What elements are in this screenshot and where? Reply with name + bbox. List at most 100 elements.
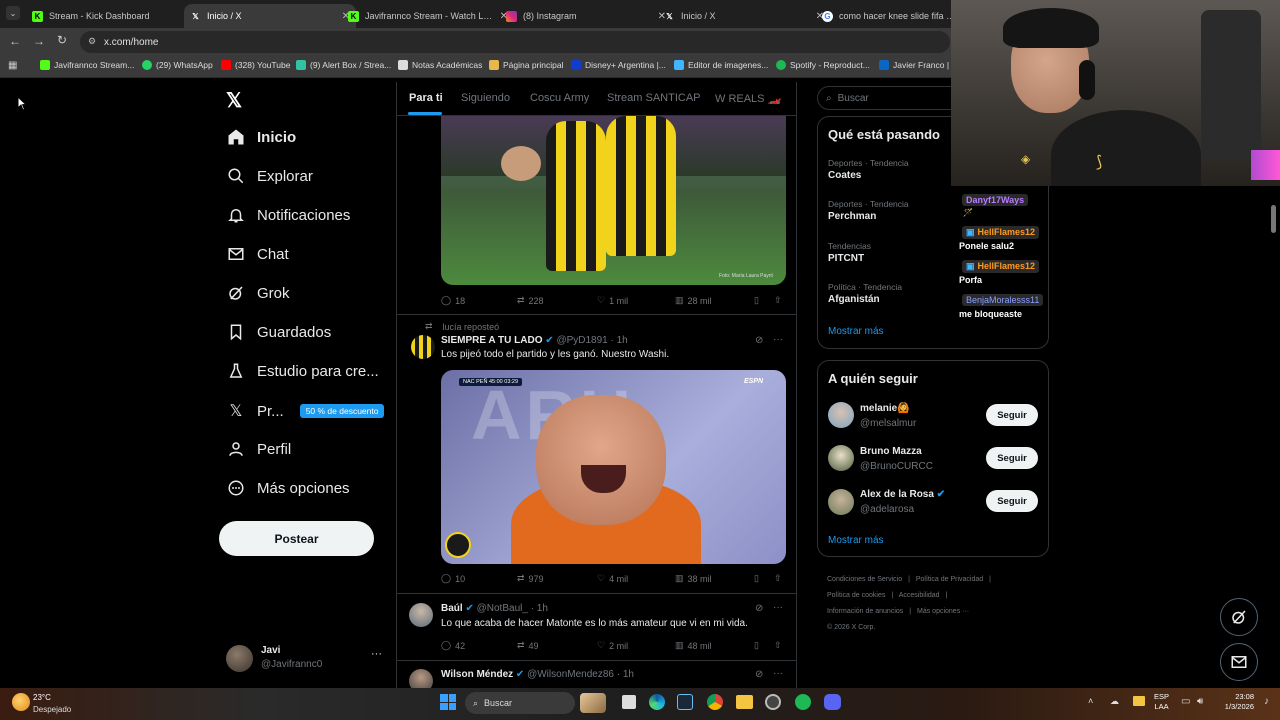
more-icon[interactable]: ··· <box>773 602 783 613</box>
grok-icon[interactable]: ⊘ <box>755 335 763 346</box>
author-name[interactable]: Baúl <box>441 603 463 614</box>
footer-link[interactable]: Accesibilidad <box>899 592 940 599</box>
url-field[interactable]: ⚙ x.com/home <box>80 31 950 53</box>
trend-item[interactable]: Deportes · Tendencia Perchman <box>828 199 909 222</box>
more-icon[interactable]: ··· <box>371 648 382 660</box>
author-name[interactable]: SIEMPRE A TU LADO <box>441 335 542 346</box>
repost-button[interactable]: ⇄ 979 <box>517 573 544 584</box>
share-icon[interactable]: ⇧ <box>774 640 782 651</box>
post-time[interactable]: · 1h <box>611 335 628 346</box>
post-time[interactable]: · 1h <box>531 603 548 614</box>
display-icon[interactable]: ▭ <box>1181 696 1190 707</box>
footer-link[interactable]: Condiciones de Servicio <box>827 576 902 583</box>
share-icon[interactable]: ⇧ <box>774 573 782 584</box>
weather-desc[interactable]: Despejado <box>33 705 71 714</box>
repost-button[interactable]: ⇄ 228 <box>517 295 544 306</box>
trend-item[interactable]: Política · Tendencia Afganistán <box>828 282 902 305</box>
language-indicator[interactable]: ESP LAA <box>1154 692 1169 712</box>
sidebar-item-guardados[interactable]: Guardados <box>227 323 331 341</box>
post-image[interactable]: Foto: María Laura Payró <box>441 116 786 285</box>
browser-tab[interactable]: (8) Instagram ✕ <box>500 4 672 28</box>
sidebar-item-perfil[interactable]: Perfil <box>227 440 291 458</box>
author-handle[interactable]: @PyD1891 <box>556 335 607 346</box>
author-name[interactable]: Wilson Méndez <box>441 669 513 680</box>
browser-tab[interactable]: 𝕏 Inicio / X ✕ <box>658 4 830 28</box>
x-logo-icon[interactable]: 𝕏 <box>226 88 242 113</box>
sidebar-item-estudio[interactable]: Estudio para cre... <box>227 362 379 380</box>
discord-icon[interactable] <box>824 694 841 710</box>
avatar[interactable] <box>828 402 854 428</box>
reply-button[interactable]: ◯ 18 <box>441 295 465 306</box>
file-explorer-icon[interactable] <box>736 695 753 709</box>
bookmark-icon[interactable]: ▯ <box>754 640 759 651</box>
avatar[interactable] <box>409 603 433 627</box>
reload-icon[interactable]: ↻ <box>57 33 67 47</box>
tab-siguiendo[interactable]: Siguiendo <box>461 92 510 104</box>
follow-button[interactable]: Seguir <box>986 490 1038 512</box>
account-switcher[interactable]: Javi @Javifrannc0 ··· <box>226 644 386 674</box>
windows-start-icon[interactable] <box>440 694 456 710</box>
weather-temp[interactable]: 23°C <box>33 693 51 702</box>
forward-icon[interactable]: → <box>33 34 45 48</box>
bookmark[interactable]: (29) WhatsApp <box>142 60 213 70</box>
browser-tab-active[interactable]: 𝕏 Inicio / X ✕ <box>184 4 356 28</box>
bookmark-icon[interactable]: ▯ <box>754 295 759 306</box>
task-view-icon[interactable] <box>622 695 636 709</box>
bookmark[interactable]: Notas Académicas <box>398 60 482 70</box>
tab-search-button[interactable]: ⌄ <box>6 6 20 20</box>
apps-grid-icon[interactable]: ▦ <box>8 60 17 71</box>
sidebar-item-inicio[interactable]: Inicio <box>227 128 296 146</box>
views-button[interactable]: ▥ 38 mil <box>675 573 712 584</box>
widget-icon[interactable] <box>580 693 606 713</box>
sidebar-item-chat[interactable]: Chat <box>227 245 289 263</box>
sidebar-item-explorar[interactable]: Explorar <box>227 167 313 185</box>
browser-tab[interactable]: K Javifrannco Stream - Watch Live ✕ <box>342 4 514 28</box>
tab-para-ti[interactable]: Para ti <box>409 92 443 104</box>
reply-button[interactable]: ◯ 10 <box>441 573 465 584</box>
bookmark[interactable]: Editor de imagenes... <box>674 60 768 70</box>
avatar[interactable] <box>828 489 854 515</box>
tab-stream-santicap[interactable]: Stream SANTICAP <box>607 92 701 104</box>
avatar[interactable] <box>409 669 433 688</box>
follow-name[interactable]: melanie🙆 <box>860 403 910 414</box>
author-handle[interactable]: @NotBaul_ <box>477 603 528 614</box>
chevron-up-icon[interactable]: ˄ <box>1088 696 1093 706</box>
post-image[interactable]: ARU NAC PEÑ 45:00 03:29 ESPN <box>441 370 786 564</box>
bookmark[interactable]: Página principal <box>489 60 563 70</box>
show-more-link[interactable]: Mostrar más <box>828 535 884 546</box>
volume-icon[interactable]: 🔊︎ <box>1197 696 1203 707</box>
footer-link[interactable]: Política de Privacidad <box>916 576 983 583</box>
bookmark[interactable]: Javier Franco | Li <box>879 60 958 70</box>
author-handle[interactable]: @WilsonMendez86 <box>527 669 614 680</box>
chrome-icon[interactable] <box>707 694 723 710</box>
reply-button[interactable]: ◯ 42 <box>441 640 465 651</box>
sidebar-item-notificaciones[interactable]: Notificaciones <box>227 206 350 224</box>
footer-link[interactable]: Información de anuncios <box>827 608 903 615</box>
footer-link[interactable]: Más opciones ··· <box>917 608 969 615</box>
browser-tab[interactable]: K Stream - Kick Dashboard ✕ <box>26 4 198 28</box>
like-button[interactable]: ♡ 4 mil <box>597 573 628 584</box>
more-icon[interactable]: ··· <box>773 668 783 679</box>
clock[interactable]: 23:08 1/3/2026 <box>1216 692 1254 712</box>
grok-icon[interactable]: ⊘ <box>755 669 763 680</box>
tab-w-reals[interactable]: W REALS 🏎️ <box>715 92 781 105</box>
tab-coscu-army[interactable]: Coscu Army <box>530 92 589 104</box>
sidebar-item-grok[interactable]: Grok <box>227 284 290 302</box>
follow-name[interactable]: Bruno Mazza <box>860 446 922 457</box>
notification-bell-icon[interactable]: ♪ <box>1264 696 1269 707</box>
sidebar-item-mas-opciones[interactable]: Más opciones <box>227 479 350 497</box>
share-icon[interactable]: ⇧ <box>774 295 782 306</box>
scrollbar-thumb[interactable] <box>1271 205 1276 233</box>
bookmark[interactable]: Javifrannco Stream... <box>40 60 134 70</box>
views-button[interactable]: ▥ 28 mil <box>675 295 712 306</box>
grok-icon[interactable]: ⊘ <box>755 603 763 614</box>
grok-floating-button[interactable] <box>1220 598 1258 636</box>
post-time[interactable]: · 1h <box>617 669 634 680</box>
obs-icon[interactable] <box>765 694 781 710</box>
cloud-icon[interactable]: ☁ <box>1110 696 1119 707</box>
site-info-icon[interactable]: ⚙ <box>88 36 96 47</box>
avatar[interactable] <box>411 335 435 359</box>
spotify-icon[interactable] <box>795 694 811 710</box>
search-input[interactable]: ⌕ Buscar <box>817 86 967 110</box>
show-more-link[interactable]: Mostrar más <box>828 326 884 337</box>
